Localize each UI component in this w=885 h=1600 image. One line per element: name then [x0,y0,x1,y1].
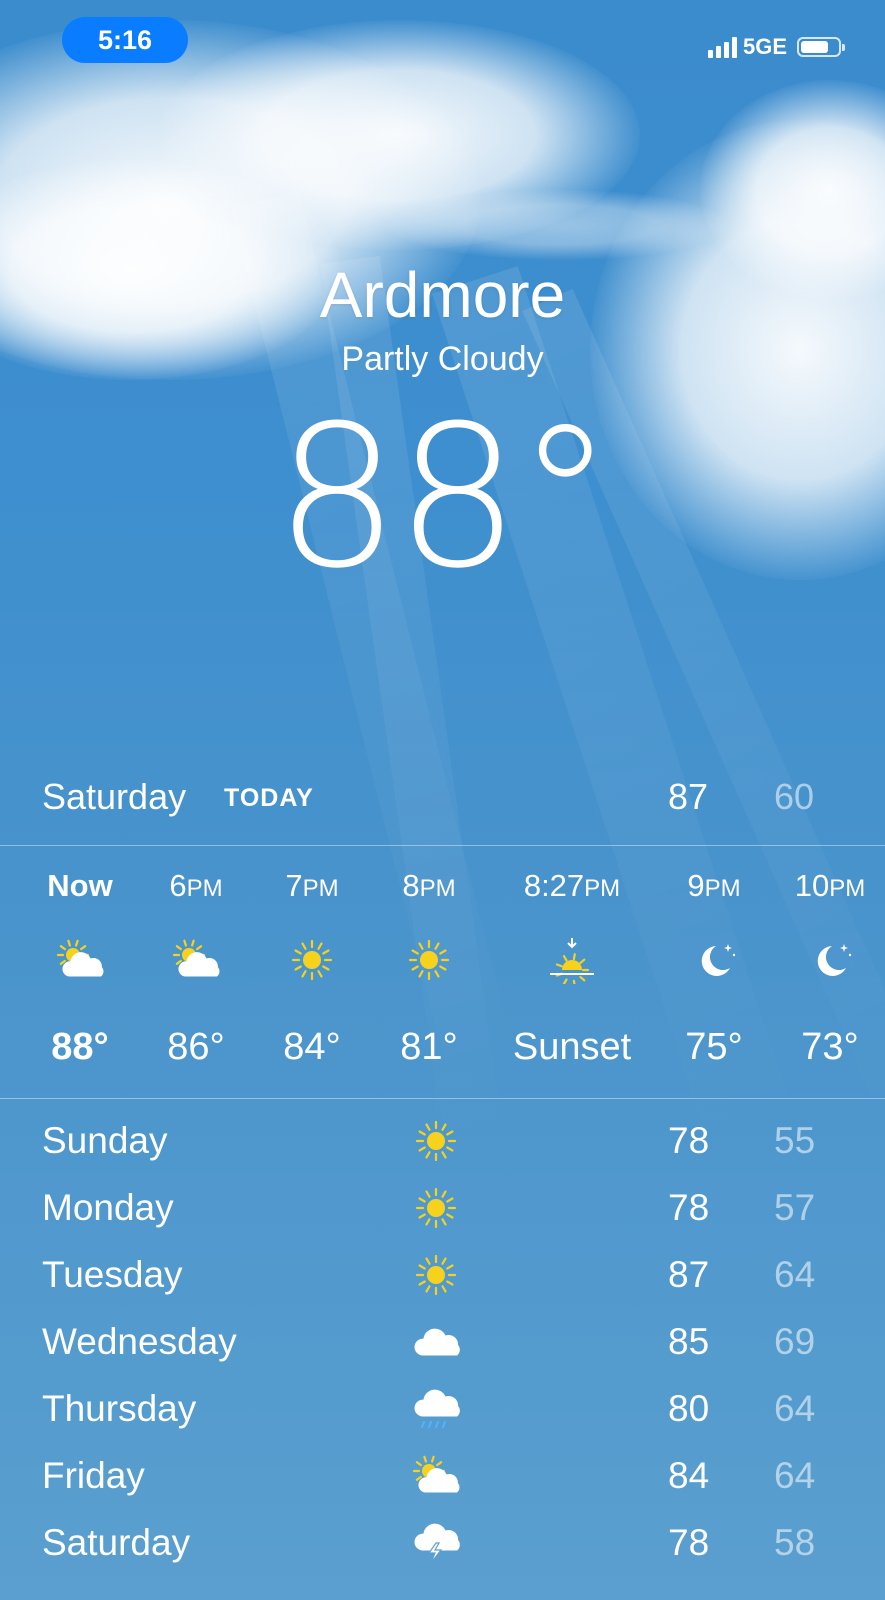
daily-high: 80 [668,1388,710,1429]
moon-icon [806,936,854,984]
daily-day: Thursday [42,1388,197,1429]
daily-high: 85 [668,1321,710,1362]
sunset-icon [548,936,596,987]
hourly-time: 6PM [169,868,223,903]
hourly-time: 7PM [285,868,339,903]
status-indicators: 5GE [707,34,845,60]
sun-icon [412,1184,460,1232]
daily-day: Tuesday [42,1254,183,1295]
hourly-time: 8PM [402,868,456,903]
today-high: 87 [668,776,709,817]
daily-high: 78 [668,1187,710,1228]
daily-low: 58 [774,1522,816,1563]
cloud-icon [412,1318,460,1366]
today-summary: Saturday TODAY 87 60 [42,770,843,822]
daily-row: Friday 84 64 [0,1445,885,1512]
hourly-time: Now [47,868,113,903]
hourly-temperature: 88° [51,1026,109,1068]
daily-high: 84 [668,1455,710,1496]
daily-row: Wednesday 85 69 [0,1311,885,1378]
daily-day: Wednesday [42,1321,237,1362]
partly-sunny-icon [172,936,220,984]
daily-row: Monday 78 57 [0,1177,885,1244]
today-low: 60 [774,776,815,817]
hourly-time: 9PM [687,868,741,903]
hourly-temperature: Sunset [512,1026,632,1068]
moon-icon [690,936,738,984]
hourly-temperature: 81° [400,1026,458,1068]
daily-low: 69 [774,1321,816,1362]
daily-forecast[interactable]: Sunday 78 55 Monday 78 57 Tuesday 87 64 … [0,1110,885,1579]
daily-row: Tuesday 87 64 [0,1244,885,1311]
current-condition: Partly Cloudy [341,340,544,378]
daily-high: 87 [668,1254,710,1295]
thunderstorm-icon [412,1519,460,1567]
hourly-time: 8:27PM [523,868,621,903]
daily-high: 78 [668,1120,710,1161]
hourly-temperature: 86° [167,1026,225,1068]
daily-row: Thursday 80 64 [0,1378,885,1445]
rain-cloud-icon [412,1385,460,1433]
daily-low: 57 [774,1187,816,1228]
daily-low: 64 [774,1455,816,1496]
divider [0,1098,885,1099]
daily-low: 55 [774,1120,816,1161]
daily-row: Sunday 78 55 [0,1110,885,1177]
status-time[interactable]: 5:16 [62,17,188,63]
divider [0,845,885,846]
hourly-time: 10PM [794,868,866,903]
hourly-temperature: 75° [685,1026,743,1068]
hourly-temperature: 73° [801,1026,859,1068]
partly-sunny-icon [412,1452,460,1500]
daily-low: 64 [774,1254,816,1295]
sun-icon [405,936,453,984]
daily-day: Monday [42,1187,174,1228]
daily-low: 64 [774,1388,816,1429]
today-label: TODAY [224,784,314,812]
daily-row: Saturday 78 58 [0,1512,885,1579]
current-temperature: 88° [274,384,614,612]
sun-icon [412,1117,460,1165]
partly-sunny-icon [56,936,104,984]
today-day: Saturday [42,776,187,817]
sun-icon [288,936,336,984]
cellular-signal-icon [707,36,737,58]
hourly-temperature: 84° [283,1026,341,1068]
daily-high: 78 [668,1522,710,1563]
daily-day: Friday [42,1455,145,1496]
daily-day: Sunday [42,1120,168,1161]
network-type: 5GE [742,34,787,59]
hourly-forecast[interactable]: Now 88° 6PM 86° 7PM 84° 8PM 81° 8:27PM S… [0,848,885,1098]
sun-icon [412,1251,460,1299]
battery-icon [797,37,845,57]
city-name: Ardmore [319,259,566,331]
daily-day: Saturday [42,1522,191,1563]
status-time-label: 5:16 [97,24,153,55]
battery-level [801,41,828,53]
